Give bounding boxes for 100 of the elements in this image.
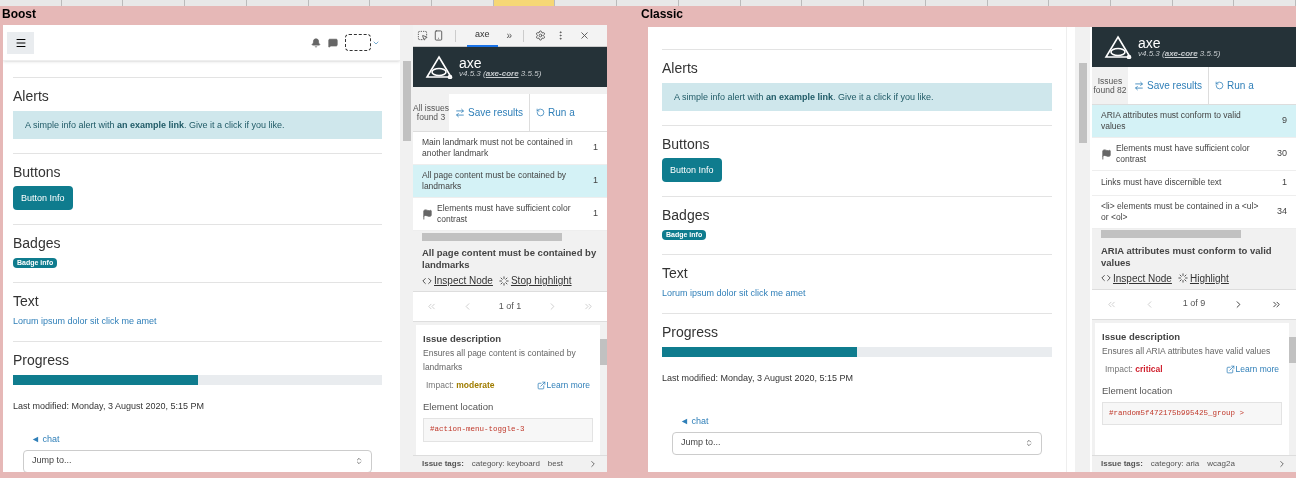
axe-core-link[interactable]: axe-core bbox=[1164, 49, 1198, 58]
highlight-icon bbox=[498, 275, 509, 286]
location-heading: Element location bbox=[423, 400, 495, 414]
section-heading: Alerts bbox=[662, 60, 699, 78]
location-heading: Element location bbox=[1102, 383, 1174, 398]
chat-link[interactable]: ◄ chat bbox=[672, 415, 1042, 429]
select-arrows-icon bbox=[1025, 439, 1033, 447]
issue-title: Elements must have sufficient color contrast bbox=[1116, 143, 1251, 165]
external-link-icon bbox=[536, 381, 546, 391]
learn-more-link[interactable]: Learn more bbox=[536, 379, 590, 392]
section-heading: Text bbox=[662, 264, 689, 282]
issue-title: All page content must be contained by landmarks bbox=[422, 170, 568, 192]
issue-count: 34 bbox=[1276, 204, 1287, 218]
highlight-icon bbox=[1177, 273, 1188, 283]
issue-title: Links must have discernible text bbox=[1101, 177, 1223, 189]
avatar-icon[interactable] bbox=[345, 34, 371, 51]
arrows-icon bbox=[1134, 80, 1144, 91]
menu-icon bbox=[14, 36, 27, 49]
issue-count: 1 bbox=[592, 141, 598, 155]
inspect-icon[interactable] bbox=[417, 30, 428, 41]
chat-link[interactable]: ◄ chat bbox=[23, 433, 372, 447]
description-text: Ensures all page content is contained by landmarks bbox=[423, 347, 577, 375]
axe-core-link[interactable]: axe-core bbox=[485, 69, 519, 78]
save-results-button[interactable]: Save results bbox=[449, 94, 531, 131]
section-heading: Text bbox=[13, 292, 40, 310]
code-icon bbox=[422, 275, 432, 286]
highlight-link[interactable]: Stop highlight bbox=[498, 273, 572, 288]
version-text: v4.5.3 (axe-core 3.5.5) bbox=[1138, 50, 1221, 58]
info-alert: A simple info alert with an example link. Give it a click if you like. bbox=[662, 82, 1052, 111]
page-position: 1 of 1 bbox=[498, 299, 522, 313]
description-heading: Issue description bbox=[1102, 329, 1182, 344]
vertical-scrollbar[interactable] bbox=[400, 25, 413, 472]
external-link-icon bbox=[1225, 364, 1235, 374]
section-heading: Progress bbox=[13, 352, 71, 370]
issue-title: Main landmark must not be contained in another landmark bbox=[422, 137, 574, 159]
issue-title: ARIA attributes must conform to valid values bbox=[1101, 110, 1242, 132]
flag-icon bbox=[422, 208, 433, 220]
section-heading: Badges bbox=[662, 207, 711, 225]
issue-tag: category: keyboard bbox=[471, 458, 540, 470]
arrows-icon bbox=[455, 107, 465, 118]
inspect-node-link[interactable]: Inspect Node bbox=[422, 273, 493, 288]
issue-title: Elements must have sufficient color contrast bbox=[437, 203, 572, 225]
issue-row[interactable]: All page content must be contained by landmarks 1 bbox=[413, 165, 607, 198]
settings-icon[interactable] bbox=[535, 30, 547, 41]
issue-tag: best bbox=[547, 458, 563, 470]
axe-title: axe bbox=[1138, 36, 1162, 50]
jump-to-select[interactable]: Jump to... bbox=[672, 431, 1042, 455]
section-heading: Progress bbox=[662, 324, 720, 342]
vertical-scrollbar[interactable] bbox=[1075, 27, 1090, 472]
impact-text: Impact: moderate bbox=[426, 379, 495, 392]
impact-text: Impact: critical bbox=[1105, 362, 1163, 376]
learn-more-link[interactable]: Learn more bbox=[1225, 362, 1279, 376]
close-icon[interactable] bbox=[579, 30, 591, 41]
description-heading: Issue description bbox=[423, 332, 503, 346]
code-icon bbox=[1101, 273, 1111, 283]
version-text: v4.5.3 (axe-core 3.5.5) bbox=[459, 70, 542, 78]
scroll-right-icon[interactable] bbox=[1277, 459, 1287, 469]
run-again-button[interactable]: Run a bbox=[530, 94, 581, 131]
chat-icon[interactable] bbox=[328, 37, 338, 48]
issue-count: 1 bbox=[592, 174, 598, 188]
issue-count: 9 bbox=[1281, 114, 1287, 128]
save-results-button[interactable]: Save results bbox=[1128, 67, 1210, 104]
bell-icon[interactable] bbox=[311, 37, 321, 48]
inspect-node-link[interactable]: Inspect Node bbox=[1101, 270, 1172, 286]
last-modified-text: Last modified: Monday, 3 August 2020, 5:15 PM bbox=[662, 371, 854, 385]
issue-tags-label: Issue tags: bbox=[422, 458, 464, 470]
issue-row[interactable]: ARIA attributes must conform to valid values 9 bbox=[1092, 105, 1296, 138]
select-arrows-icon bbox=[355, 457, 363, 465]
section-heading: Badges bbox=[13, 235, 62, 253]
issue-title: <li> elements must be contained in a <ul> or <ol> bbox=[1101, 200, 1260, 223]
axe-logo-icon bbox=[1104, 35, 1132, 59]
issue-count: 1 bbox=[592, 207, 598, 221]
section-heading: Buttons bbox=[13, 163, 62, 181]
issue-detail-title: ARIA attributes must conform to valid values bbox=[1101, 244, 1273, 269]
info-button[interactable]: Button Info bbox=[13, 186, 73, 210]
info-alert: A simple info alert with an example link. Give it a click if you like. bbox=[13, 110, 382, 139]
panel-label: Classic bbox=[640, 6, 685, 23]
info-button[interactable]: Button Info bbox=[662, 158, 722, 182]
run-again-button[interactable]: Run a bbox=[1209, 67, 1260, 104]
issue-tags-label: Issue tags: bbox=[1101, 458, 1143, 470]
scroll-right-icon[interactable] bbox=[588, 459, 598, 469]
last-modified-text: Last modified: Monday, 3 August 2020, 5:15 PM bbox=[13, 399, 205, 413]
issue-tag: wcag2a bbox=[1207, 458, 1235, 470]
more-tabs-button[interactable]: » bbox=[506, 28, 513, 43]
text-link[interactable]: Lorum ipsum dolor sit click me amet bbox=[13, 315, 157, 327]
section-heading: Buttons bbox=[662, 135, 711, 153]
issues-found-count: All issues found 3 bbox=[413, 94, 449, 131]
text-link[interactable]: Lorum ipsum dolor sit click me amet bbox=[662, 287, 806, 299]
jump-to-select[interactable]: Jump to... bbox=[23, 449, 372, 472]
axe-title: axe bbox=[459, 56, 483, 70]
device-icon[interactable] bbox=[433, 30, 444, 41]
issue-count: 1 bbox=[1281, 176, 1287, 189]
issue-tag: category: aria bbox=[1150, 458, 1200, 470]
issue-count: 30 bbox=[1276, 147, 1287, 161]
menu-button[interactable] bbox=[7, 31, 34, 54]
section-heading: Alerts bbox=[13, 88, 50, 106]
highlight-link[interactable]: Highlight bbox=[1177, 270, 1229, 286]
rerun-icon bbox=[536, 108, 546, 117]
issue-detail-title: All page content must be contained by landmarks bbox=[422, 247, 598, 271]
rerun-icon bbox=[1215, 81, 1225, 90]
